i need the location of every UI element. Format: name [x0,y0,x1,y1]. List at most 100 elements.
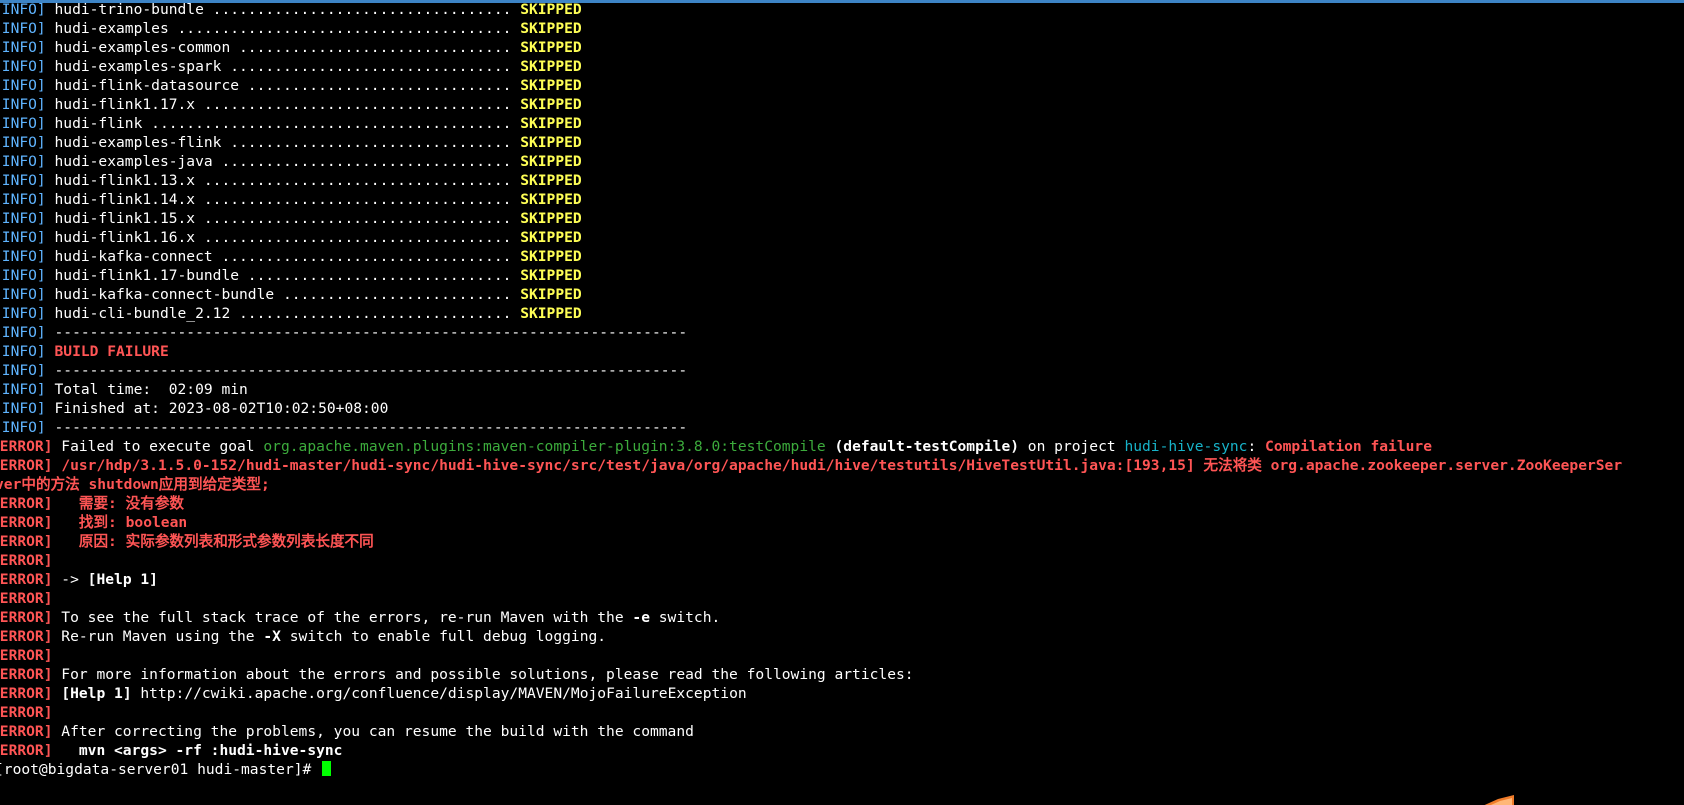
line-segment: [ERROR] [0,704,53,721]
terminal-line: [INFO] hudi-flink ......................… [0,114,1622,133]
terminal-line: [ERROR] [0,551,1622,570]
line-segment: -X [263,628,281,645]
terminal-line: [INFO] hudi-cli-bundle_2.12 ............… [0,304,1622,323]
terminal-window[interactable]: [INFO] hudi-trino-bundle ...............… [0,0,1684,805]
terminal-line: [INFO] hudi-examples-flink .............… [0,133,1622,152]
terminal-line: [ERROR] -> [Help 1] [0,570,1622,589]
line-segment: [ERROR] [0,514,53,531]
line-segment: hudi-flink .............................… [45,115,521,132]
line-segment: SKIPPED [520,96,582,113]
line-segment: 找到: boolean [52,514,188,531]
line-segment: SKIPPED [520,286,582,303]
terminal-line: [ERROR] [0,646,1622,665]
line-segment: SKIPPED [520,229,582,246]
line-segment: [ERROR] [0,742,53,759]
line-segment: [INFO] [0,381,46,398]
line-segment: hudi-trino-bundle ......................… [45,1,521,18]
line-segment: [INFO] [0,20,46,37]
terminal-line: [ERROR] After correcting the problems, y… [0,722,1622,741]
line-segment: Total time: 02:09 min [45,381,248,398]
line-segment: -e [632,609,650,626]
terminal-line: [INFO] BUILD FAILURE [0,342,1622,361]
line-segment: [INFO] [0,419,46,436]
line-segment: hudi-examples-java .....................… [45,153,521,170]
line-segment: SKIPPED [520,20,582,37]
line-segment: SKIPPED [520,39,582,56]
line-segment: Failed to execute goal [52,438,264,455]
line-segment: [root@bigdata-server01 hudi-master]# [0,761,321,778]
line-segment: hudi-examples-flink ....................… [45,134,521,151]
terminal-line: [INFO] Finished at: 2023-08-02T10:02:50+… [0,399,1622,418]
terminal-line: [INFO] hudi-flink1.17.x ................… [0,95,1622,114]
terminal-line: [ERROR] For more information about the e… [0,665,1622,684]
line-segment: [INFO] [0,191,46,208]
terminal-line: [INFO] hudi-flink-datasource ...........… [0,76,1622,95]
line-segment: hudi-flink1.16.x .......................… [45,229,521,246]
line-segment: [ERROR] [0,666,53,683]
line-segment: [INFO] [0,58,46,75]
line-segment: [INFO] [0,172,46,189]
line-segment: [INFO] [0,286,46,303]
line-segment: http://cwiki.apache.org/confluence/displ… [131,685,747,702]
line-segment: [ERROR] [0,723,53,740]
terminal-line: [ERROR] /usr/hdp/3.1.5.0-152/hudi-master… [0,456,1622,475]
line-segment: ----------------------------------------… [45,324,688,341]
terminal-line: [ERROR] mvn <args> -rf :hudi-hive-sync [0,741,1622,760]
line-segment: hudi-kafka-connect .....................… [45,248,521,265]
line-segment: SKIPPED [520,58,582,75]
line-segment: After correcting the problems, you can r… [52,723,694,740]
line-segment: SKIPPED [520,248,582,265]
line-segment: SKIPPED [520,267,582,284]
line-segment: [ERROR] [0,495,53,512]
line-segment: SKIPPED [520,134,582,151]
line-segment: [ERROR] [0,628,53,645]
terminal-line: [ERROR] [0,589,1622,608]
line-segment: Compilation failure [1265,438,1432,455]
terminal-line: [ERROR] Re-run Maven using the -X switch… [0,627,1622,646]
line-segment: [INFO] [0,267,46,284]
line-segment: SKIPPED [520,77,582,94]
line-segment: hudi-flink1.17-bundle ..................… [45,267,521,284]
line-segment: [INFO] [0,305,46,322]
line-segment: [ERROR] [0,457,53,474]
line-segment [46,343,55,360]
terminal-line: [ERROR] Failed to execute goal org.apach… [0,437,1622,456]
line-segment: 原因: 实际参数列表和形式参数列表长度不同 [52,533,374,550]
line-segment: : [1247,438,1266,455]
terminal-line: [ERROR] To see the full stack trace of t… [0,608,1622,627]
line-segment [53,457,62,474]
line-segment: ----------------------------------------… [45,419,688,436]
terminal-line: [ERROR] 原因: 实际参数列表和形式参数列表长度不同 [0,532,1622,551]
terminal-line: [INFO] Total time: 02:09 min [0,380,1622,399]
line-segment: [INFO] [0,229,46,246]
line-segment: [INFO] [0,324,46,341]
line-segment: [INFO] [0,400,46,417]
line-segment: [INFO] [0,248,46,265]
line-segment: [INFO] [0,77,46,94]
line-segment: Re-run Maven using the [52,628,264,645]
line-segment: [ERROR] [0,571,53,588]
line-segment: hudi-flink-datasource ..................… [45,77,521,94]
terminal-line: [INFO] hudi-examples-java ..............… [0,152,1622,171]
line-segment: hudi-flink1.13.x .......................… [45,172,521,189]
line-segment: [INFO] [0,153,46,170]
line-segment: [ERROR] [0,438,53,455]
line-segment [53,685,62,702]
line-segment: -> [52,571,88,588]
terminal-line: [ERROR] [0,703,1622,722]
line-segment: [ERROR] [0,647,53,664]
terminal-line: [INFO] hudi-flink1.14.x ................… [0,190,1622,209]
line-segment: hudi-examples-spark ....................… [45,58,521,75]
line-segment: mvn <args> -rf :hudi-hive-sync [52,742,343,759]
line-segment: [INFO] [0,1,46,18]
terminal-line: [INFO] hudi-flink1.13.x ................… [0,171,1622,190]
line-segment: [INFO] [0,134,46,151]
line-segment: 需要: 没有参数 [52,495,185,512]
terminal-line: [INFO] hudi-examples ...................… [0,19,1622,38]
terminal-line: [INFO] hudi-kafka-connect ..............… [0,247,1622,266]
line-segment: BUILD FAILURE [54,343,169,360]
line-segment: hudi-examples ..........................… [45,20,521,37]
line-segment: hudi-kafka-connect-bundle ..............… [45,286,521,303]
terminal-line: [INFO] ---------------------------------… [0,361,1622,380]
line-segment: ----------------------------------------… [45,362,688,379]
